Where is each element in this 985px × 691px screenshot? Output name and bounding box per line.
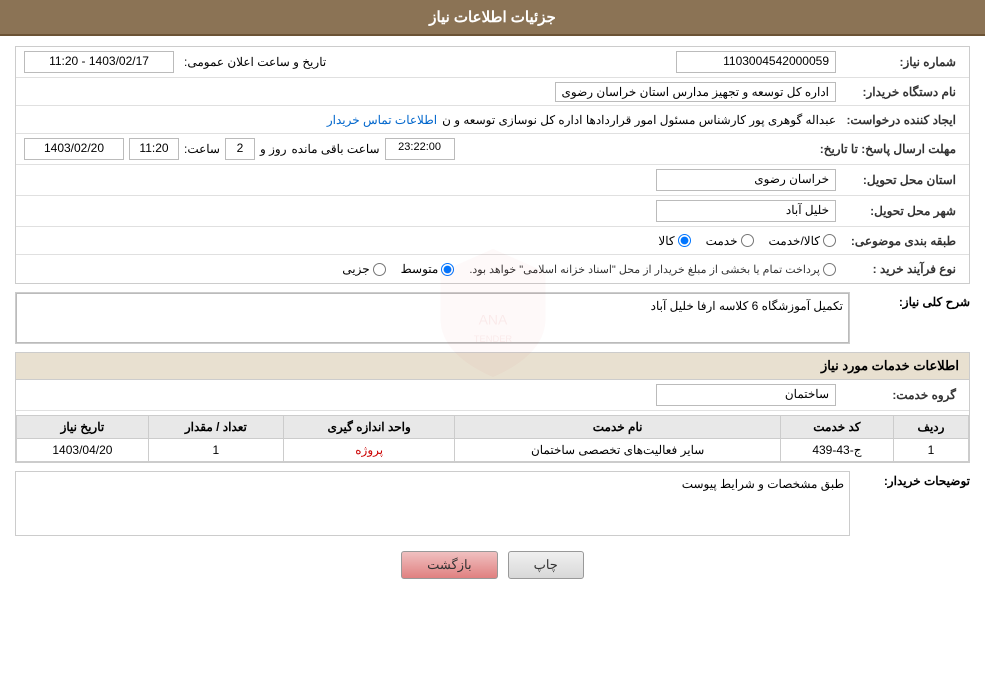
shahr-label: شهر محل تحویل: <box>841 204 961 218</box>
time-label: ساعت: <box>184 142 220 156</box>
shomara-niaz-label: شماره نیاز: <box>841 55 961 69</box>
khadamat-section-title: اطلاعات خدمات مورد نیاز <box>16 353 969 380</box>
col-tarikh: تاریخ نیاز <box>17 416 149 439</box>
tabaqe-kala-khidmat-label: کالا/خدمت <box>769 234 820 248</box>
tabaqe-kala-khidmat-radio[interactable] <box>823 234 836 247</box>
sharh-label: شرح کلی نیاز: <box>850 292 970 309</box>
shomara-niaz-value: 1103004542000059 <box>676 51 836 73</box>
back-button[interactable]: بازگشت <box>401 551 497 579</box>
noefrayand-label: نوع فرآیند خرید : <box>841 262 961 276</box>
remain-label: ساعت باقی مانده <box>292 142 380 156</box>
col-tedad: تعداد / مقدار <box>148 416 283 439</box>
description-label: توضیحات خریدار: <box>850 471 970 488</box>
group-label: گروه خدمت: <box>841 388 961 402</box>
tabaqe-kala-label: کالا <box>658 234 674 248</box>
sharh-value: تکمیل آموزشگاه 6 کلاسه ارفا خلیل آباد <box>16 293 849 343</box>
ostan-label: استان محل تحویل: <box>841 173 961 187</box>
noefrayand-partial-label: پرداخت تمام یا بخشی از مبلغ خریدار از مح… <box>469 263 820 276</box>
tabaqe-kala-radio[interactable] <box>678 234 691 247</box>
noefrayand-partial-radio[interactable] <box>823 263 836 276</box>
creator-value: عبداله گوهری پور کارشناس مسئول امور قرار… <box>442 113 836 127</box>
mohlat-label: مهلت ارسال پاسخ: تا تاریخ: <box>820 142 961 156</box>
roz-label: روز و <box>260 142 287 156</box>
noefrayand-jozi[interactable]: جزیی <box>342 262 385 276</box>
col-kod: کد خدمت <box>780 416 893 439</box>
name-dastgah-value: اداره کل توسعه و تجهیز مدارس استان خراسا… <box>555 82 837 102</box>
tabaqe-khidmat[interactable]: خدمت <box>706 234 754 248</box>
noefrayand-motevasset-label: متوسط <box>401 262 439 276</box>
noefrayand-motevasset[interactable]: متوسط <box>401 262 455 276</box>
page-header: جزئیات اطلاعات نیاز <box>0 0 985 36</box>
name-dastgah-label: نام دستگاه خریدار: <box>841 85 961 99</box>
tabaqe-label: طبقه بندی موضوعی: <box>841 234 961 248</box>
tabaqe-kala-khidmat[interactable]: کالا/خدمت <box>769 234 836 248</box>
table-row: 1ج-43-439سایر فعالیت‌های تخصصی ساختمانپر… <box>17 439 969 462</box>
shahr-value: خلیل آباد <box>656 200 836 222</box>
col-name: نام خدمت <box>455 416 780 439</box>
clock-value: 23:22:00 <box>385 138 455 160</box>
col-vahed: واحد اندازه گیری <box>283 416 454 439</box>
table-cell-vahed: پروژه <box>283 439 454 462</box>
table-cell-tarikh: 1403/04/20 <box>17 439 149 462</box>
creator-link[interactable]: اطلاعات تماس خریدار <box>327 113 437 127</box>
announcement-label: تاریخ و ساعت اعلان عمومی: <box>184 55 326 69</box>
table-cell-kod: ج-43-439 <box>780 439 893 462</box>
creator-label: ایجاد کننده درخواست: <box>841 113 961 127</box>
noefrayand-jozi-label: جزیی <box>342 262 369 276</box>
roz-value: 2 <box>225 138 255 160</box>
description-value: طبق مشخصات و شرایط پیوست <box>15 471 850 536</box>
date-value: 1403/02/20 <box>24 138 124 160</box>
table-cell-radif: 1 <box>893 439 968 462</box>
service-table: ردیف کد خدمت نام خدمت واحد اندازه گیری ت… <box>16 415 969 462</box>
time-value: 11:20 <box>129 138 179 160</box>
announcement-value: 1403/02/17 - 11:20 <box>24 51 174 73</box>
group-value: ساختمان <box>656 384 836 406</box>
tabaqe-khidmat-label: خدمت <box>706 234 738 248</box>
tabaqe-khidmat-radio[interactable] <box>741 234 754 247</box>
noefrayand-partial[interactable]: پرداخت تمام یا بخشی از مبلغ خریدار از مح… <box>469 263 836 276</box>
ostan-value: خراسان رضوی <box>656 169 836 191</box>
noefrayand-jozi-radio[interactable] <box>373 263 386 276</box>
print-button[interactable]: چاپ <box>508 551 584 579</box>
header-title: جزئیات اطلاعات نیاز <box>429 9 556 26</box>
table-cell-name: سایر فعالیت‌های تخصصی ساختمان <box>455 439 780 462</box>
table-cell-tedad: 1 <box>148 439 283 462</box>
col-radif: ردیف <box>893 416 968 439</box>
tabaqe-kala[interactable]: کالا <box>658 234 690 248</box>
noefrayand-motevasset-radio[interactable] <box>441 263 454 276</box>
